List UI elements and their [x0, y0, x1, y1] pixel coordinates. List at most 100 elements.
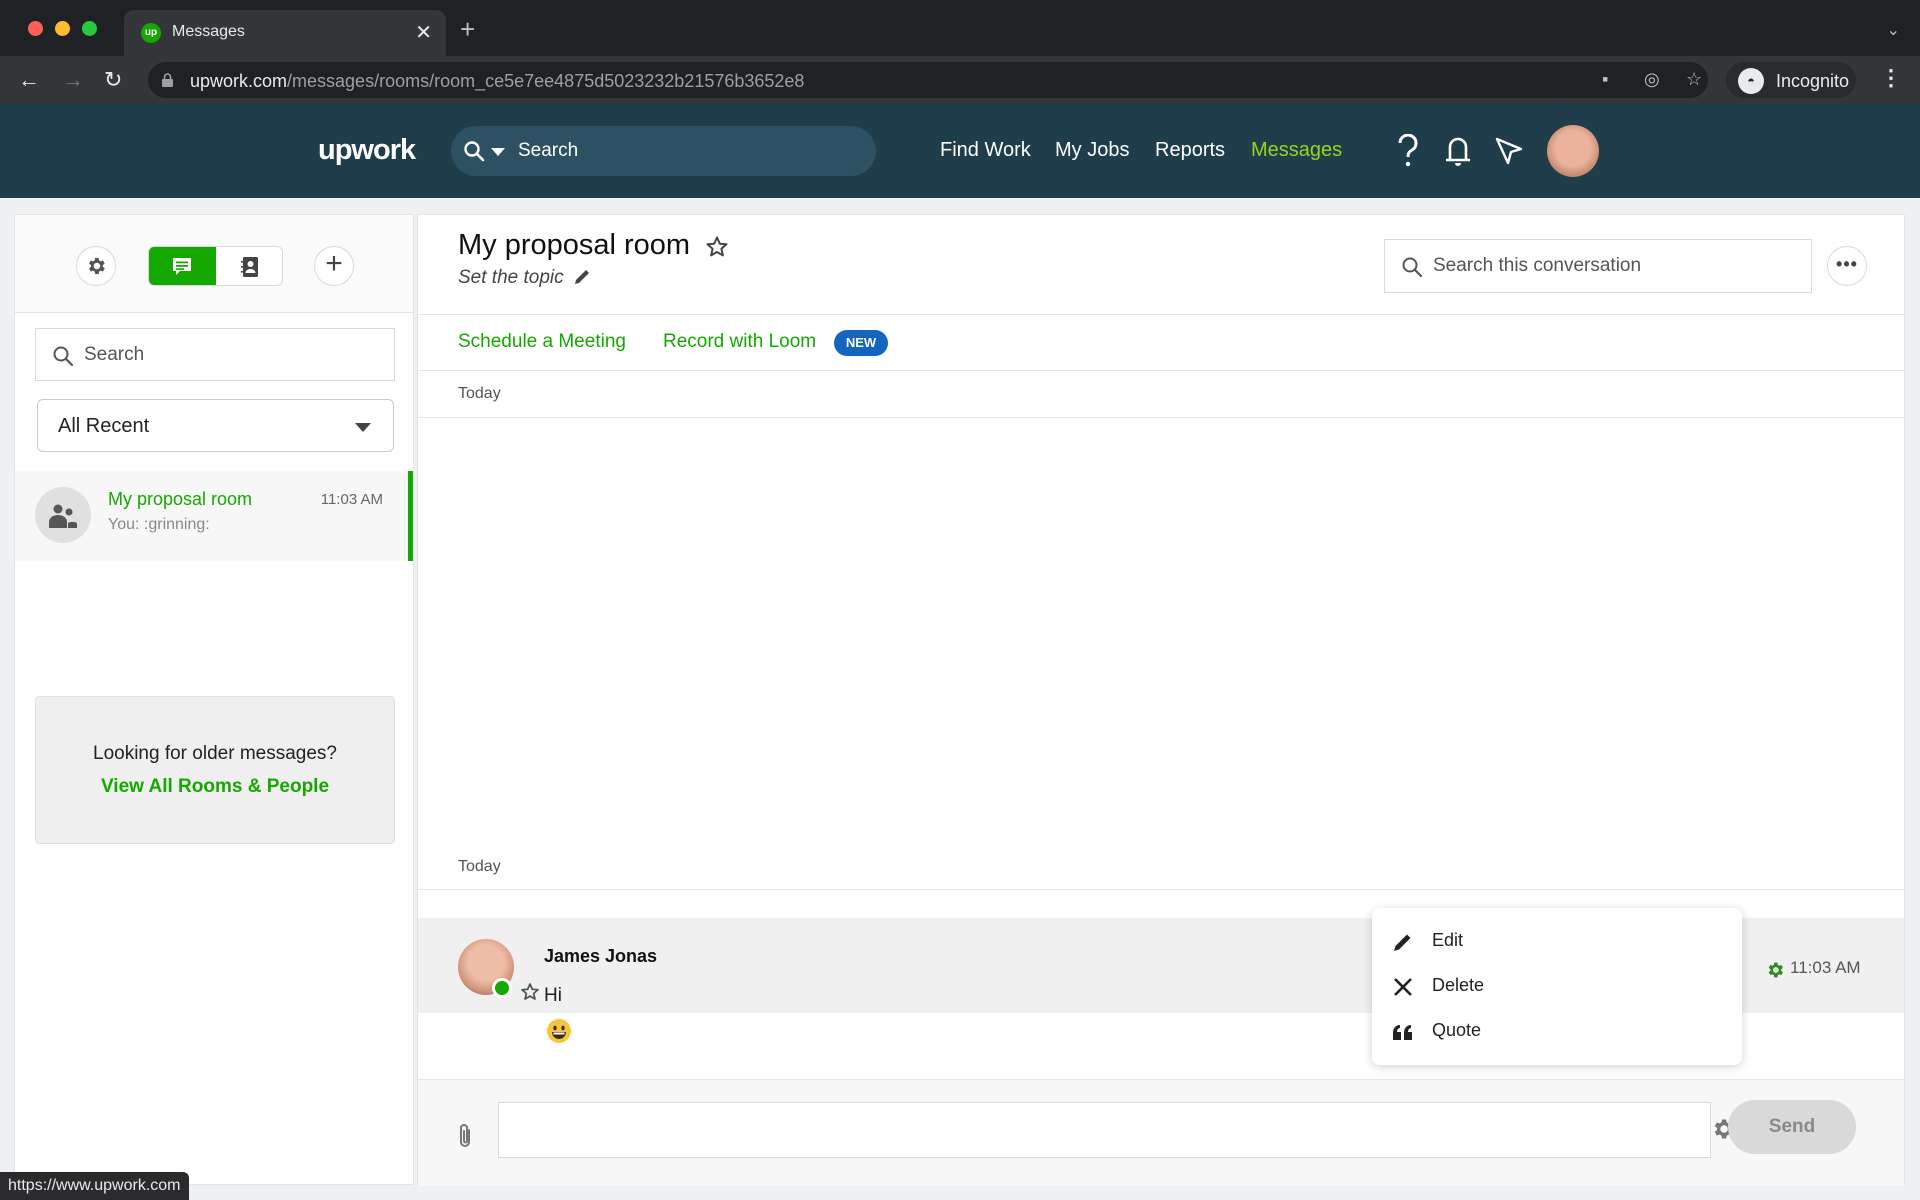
room-name: My proposal room	[108, 489, 253, 509]
eye-off-icon[interactable]: ◎	[1644, 69, 1660, 90]
view-toggle	[148, 246, 283, 286]
address-bar[interactable]: upwork.com/messages/rooms/room_ce5e7ee48…	[148, 62, 1708, 98]
chevron-down-icon	[355, 423, 371, 432]
search-icon	[1402, 257, 1423, 278]
tab-search-chevron-icon[interactable]: ⌄	[1887, 20, 1900, 40]
url-text: upwork.com/messages/rooms/room_ce5e7ee48…	[190, 71, 804, 92]
browser-tab[interactable]: up Messages ✕	[124, 10, 446, 56]
bell-icon[interactable]	[1444, 134, 1472, 168]
pencil-icon[interactable]	[573, 268, 591, 286]
room-list-item[interactable]: My proposal room 11:03 AM You: :grinning…	[15, 471, 413, 561]
address-book-icon	[241, 257, 258, 277]
menu-item-label: Quote	[1432, 1020, 1482, 1040]
quote-icon	[1393, 1025, 1412, 1040]
forward-button[interactable]: →	[62, 66, 84, 94]
tab-title: Messages	[172, 23, 245, 40]
minimize-window-button[interactable]	[55, 21, 70, 36]
pencil-icon	[1394, 934, 1411, 951]
new-tab-button[interactable]: +	[460, 16, 475, 42]
more-options-button[interactable]: •••	[1827, 246, 1867, 286]
close-tab-icon[interactable]: ✕	[415, 20, 432, 45]
message-input[interactable]	[509, 1113, 1609, 1149]
camera-blocked-icon[interactable]: ▪	[1602, 69, 1608, 90]
search-icon	[53, 346, 74, 367]
nav-reports[interactable]: Reports	[1155, 139, 1225, 162]
rooms-search	[35, 328, 395, 381]
divider	[418, 314, 1904, 315]
new-badge: NEW	[834, 330, 888, 356]
nav-find-work[interactable]: Find Work	[940, 139, 1031, 162]
plus-icon: +	[325, 247, 343, 280]
global-search-placeholder: Search	[518, 140, 579, 161]
rooms-sidebar: + All Recent My proposal room 11:03 AM Y…	[14, 214, 414, 1185]
send-button[interactable]: Send	[1728, 1100, 1856, 1154]
bookmark-star-icon[interactable]: ☆	[1686, 69, 1702, 90]
conversation-panel: My proposal room Set the topic ••• Sched…	[417, 214, 1905, 1186]
star-message-icon[interactable]	[520, 982, 540, 1002]
site-header: upwork Search Find Work My Jobs Reports …	[0, 104, 1920, 198]
menu-item-label: Delete	[1432, 975, 1485, 995]
upwork-logo[interactable]: upwork	[318, 134, 416, 167]
paperclip-icon[interactable]	[456, 1122, 474, 1150]
menu-item-quote[interactable]: Quote	[1372, 1008, 1742, 1053]
nav-messages[interactable]: Messages	[1251, 139, 1342, 162]
message-text: Hi	[544, 985, 562, 1006]
view-all-rooms-link[interactable]: View All Rooms & People	[36, 776, 394, 798]
divider	[418, 889, 1904, 890]
lock-icon	[162, 73, 173, 87]
incognito-icon: ◓	[1738, 68, 1764, 94]
room-time: 11:03 AM	[320, 491, 383, 508]
link-status-bar: https://www.upwork.com	[0, 1172, 189, 1200]
settings-button[interactable]	[76, 246, 116, 286]
set-topic-link[interactable]: Set the topic	[458, 267, 564, 289]
schedule-meeting-link[interactable]: Schedule a Meeting	[458, 331, 626, 353]
grinning-emoji-icon	[547, 1019, 571, 1043]
user-avatar[interactable]	[1547, 125, 1599, 177]
rooms-filter-value: All Recent	[58, 415, 150, 437]
message-actions-gear-icon[interactable]	[1765, 960, 1785, 980]
rooms-search-input[interactable]	[84, 341, 384, 369]
close-window-button[interactable]	[28, 21, 43, 36]
divider	[418, 370, 1904, 371]
group-avatar	[35, 487, 91, 543]
message-composer: Send	[418, 1079, 1904, 1186]
maximize-window-button[interactable]	[82, 21, 97, 36]
contacts-view-tab[interactable]	[216, 247, 282, 285]
menu-item-delete[interactable]: Delete	[1372, 963, 1742, 1008]
close-icon	[1394, 978, 1412, 996]
online-status-dot	[492, 978, 512, 998]
send-direct-icon[interactable]	[1494, 136, 1524, 166]
conversation-search	[1384, 239, 1812, 293]
url-domain: upwork.com	[190, 71, 288, 91]
record-with-loom-link[interactable]: Record with Loom	[663, 331, 816, 353]
url-path: /messages/rooms/room_ce5e7ee4875d5023232…	[287, 71, 805, 91]
incognito-indicator[interactable]: ◓ Incognito	[1726, 62, 1856, 98]
help-icon[interactable]	[1397, 134, 1419, 168]
menu-item-label: Edit	[1432, 930, 1464, 950]
incognito-label: Incognito	[1776, 71, 1850, 91]
sender-name[interactable]: James Jonas	[544, 946, 657, 967]
back-button[interactable]: ←	[18, 66, 40, 94]
messages-view-tab[interactable]	[149, 247, 216, 285]
chat-icon	[173, 258, 191, 275]
reload-button[interactable]: ↻	[104, 66, 122, 94]
search-type-dropdown-icon[interactable]	[491, 148, 505, 156]
message-context-menu: Edit Delete Quote	[1372, 908, 1742, 1065]
browser-toolbar: ← → ↻ upwork.com/messages/rooms/room_ce5…	[0, 56, 1920, 104]
message-time: 11:03 AM	[1790, 958, 1861, 977]
conversation-search-input[interactable]	[1433, 252, 1793, 280]
browser-menu-icon[interactable]: ⋮	[1880, 65, 1902, 91]
divider	[418, 417, 1904, 418]
day-separator-label: Today	[458, 385, 501, 402]
day-separator-label: Today	[458, 858, 501, 875]
rooms-filter-select[interactable]: All Recent	[37, 399, 394, 452]
new-room-button[interactable]: +	[314, 246, 354, 286]
favorite-star-icon[interactable]	[705, 235, 729, 259]
nav-my-jobs[interactable]: My Jobs	[1055, 139, 1129, 162]
global-search[interactable]: Search	[451, 126, 876, 176]
message-input-box	[498, 1102, 1770, 1158]
search-icon	[464, 141, 485, 162]
older-messages-prompt: Looking for older messages?	[93, 743, 337, 764]
group-icon	[49, 504, 77, 528]
menu-item-edit[interactable]: Edit	[1372, 918, 1742, 963]
